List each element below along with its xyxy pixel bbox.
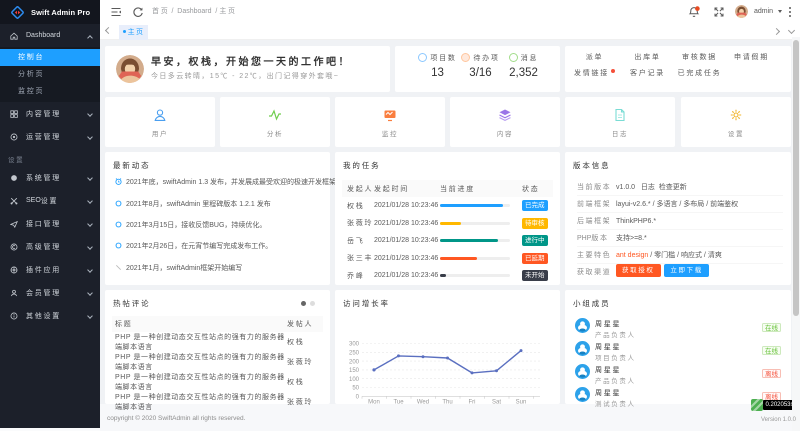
svg-text:Sun: Sun — [516, 400, 527, 405]
svg-text:Thu: Thu — [442, 400, 452, 405]
svg-text:Wed: Wed — [417, 400, 429, 405]
svg-text:Fri: Fri — [469, 400, 476, 405]
svg-text:Sat: Sat — [492, 400, 501, 405]
svg-text:100: 100 — [349, 377, 360, 383]
svg-text:150: 150 — [349, 368, 360, 374]
svg-text:250: 250 — [349, 351, 360, 357]
svg-text:200: 200 — [349, 359, 360, 365]
svg-text:Tue: Tue — [393, 400, 404, 405]
svg-text:300: 300 — [349, 342, 360, 348]
svg-text:Mon: Mon — [368, 400, 380, 405]
svg-text:0: 0 — [356, 395, 360, 401]
svg-text:50: 50 — [352, 386, 359, 392]
